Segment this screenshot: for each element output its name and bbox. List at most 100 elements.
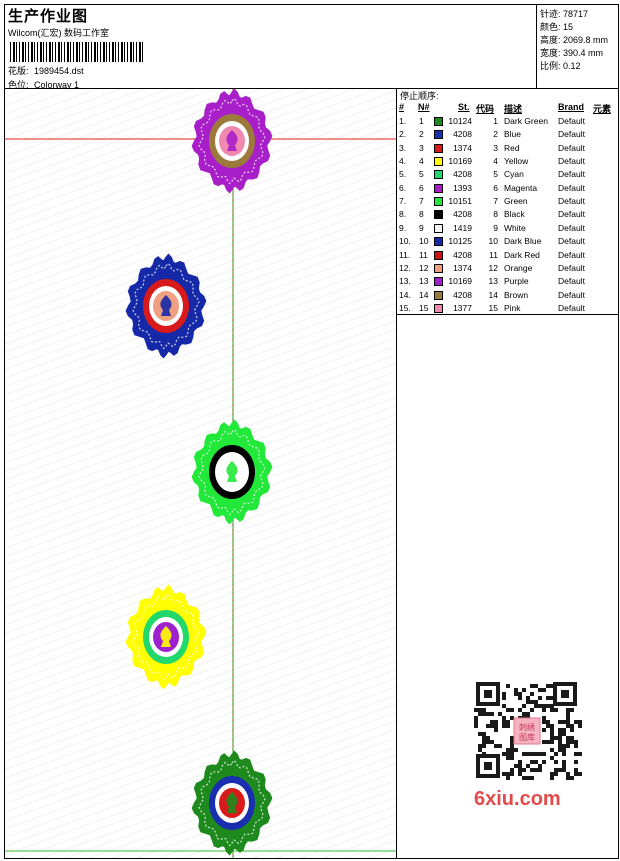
company-name: Wilcom(汇宏) 数码工作室 — [8, 28, 109, 38]
row-brand: Default — [558, 129, 585, 140]
row-number: 14 — [419, 289, 429, 300]
colors-value: 15 — [563, 22, 574, 32]
qr-cell — [482, 744, 486, 748]
row-number: 7 — [419, 196, 424, 207]
qr-cell — [506, 708, 510, 712]
qr-cell — [530, 700, 534, 704]
embroidery-motif — [125, 584, 207, 690]
qr-cell — [554, 760, 558, 764]
qr-cell — [546, 720, 550, 724]
qr-cell — [490, 712, 494, 716]
row-description: Pink — [504, 302, 521, 313]
qr-cell — [554, 772, 558, 776]
row-description: Green — [504, 196, 528, 207]
qr-cell — [538, 696, 542, 700]
row-description: Yellow — [504, 156, 529, 167]
qr-cell — [474, 716, 478, 720]
embroidery-motif — [191, 750, 273, 856]
qr-cell — [510, 744, 514, 748]
qr-cell — [490, 724, 494, 728]
qr-cell — [574, 720, 578, 724]
color-swatch — [434, 157, 443, 167]
qr-cell — [578, 772, 582, 776]
row-index: 15. — [399, 302, 411, 313]
qr-cell — [482, 740, 486, 744]
qr-cell — [490, 740, 494, 744]
qr-cell — [542, 708, 546, 712]
qr-cell — [578, 720, 582, 724]
qr-cell — [518, 764, 522, 768]
row-code: 6 — [493, 182, 498, 193]
qr-cell — [518, 692, 522, 696]
qr-cell — [542, 728, 546, 732]
qr-cell — [486, 712, 490, 716]
qr-cell — [562, 748, 566, 752]
qr-cell — [578, 724, 582, 728]
row-brand: Default — [558, 289, 585, 300]
color-swatch — [434, 143, 443, 153]
qr-cell — [550, 748, 554, 752]
qr-cell — [474, 708, 478, 712]
qr-stamp-text-top: 刺绣 — [519, 722, 535, 732]
row-description: Magenta — [504, 182, 538, 193]
legend-title: 停止顺序: — [400, 91, 439, 101]
qr-cell — [494, 724, 498, 728]
row-number: 13 — [419, 276, 429, 287]
stats-panel: 针迹: 78717 颜色: 15 高度: 2069.8 mm 宽度: 390.4… — [536, 5, 619, 89]
height-stat: 高度: 2069.8 mm — [540, 33, 608, 46]
qr-cell — [566, 720, 570, 724]
row-description: Purple — [504, 276, 529, 287]
row-number: 3 — [419, 142, 424, 153]
qr-cell — [546, 704, 550, 708]
row-index: 9. — [399, 222, 407, 233]
qr-cell — [550, 736, 554, 740]
qr-cell — [574, 760, 578, 764]
qr-cell — [510, 716, 514, 720]
legend-row: 10. 10 10125 10 Dark Blue Default — [397, 236, 618, 249]
qr-cell — [550, 756, 554, 760]
row-code: 9 — [493, 222, 498, 233]
qr-cell — [530, 684, 534, 688]
legend-row: 7. 7 10151 7 Green Default — [397, 196, 618, 209]
qr-cell — [562, 752, 566, 756]
row-stitches: 4208 — [453, 129, 472, 140]
row-brand: Default — [558, 222, 585, 233]
qr-cell — [478, 744, 482, 748]
qr-cell — [566, 776, 570, 780]
width-label: 宽度: — [540, 48, 561, 58]
qr-cell — [510, 708, 514, 712]
qr-cell — [558, 732, 562, 736]
row-description: Red — [504, 142, 520, 153]
qr-cell — [494, 744, 498, 748]
row-description: Brown — [504, 289, 529, 300]
qr-cell — [502, 772, 506, 776]
legend-row: 13. 13 10169 13 Purple Default — [397, 276, 618, 289]
embroidery-motif — [125, 253, 207, 359]
qr-cell — [538, 704, 542, 708]
qr-cell — [498, 712, 502, 716]
qr-cell — [574, 768, 578, 772]
row-stitches: 10169 — [448, 276, 472, 287]
row-number: 8 — [419, 209, 424, 220]
qr-cell — [474, 724, 478, 728]
qr-cell — [562, 728, 566, 732]
qr-cell — [482, 732, 486, 736]
width-stat: 宽度: 390.4 mm — [540, 46, 603, 59]
row-description: Dark Red — [504, 249, 540, 260]
row-code: 3 — [493, 142, 498, 153]
row-index: 14. — [399, 289, 411, 300]
qr-cell — [522, 688, 526, 692]
qr-cell — [546, 724, 550, 728]
qr-cell — [542, 740, 546, 744]
qr-cell — [482, 708, 486, 712]
qr-cell — [478, 748, 482, 752]
qr-cell — [518, 768, 522, 772]
row-stitches: 1393 — [453, 182, 472, 193]
design-file-value: 1989454.dst — [34, 66, 84, 76]
qr-cell — [490, 720, 494, 724]
row-brand: Default — [558, 169, 585, 180]
row-stitches: 10124 — [448, 116, 472, 126]
qr-cell — [506, 724, 510, 728]
color-swatch — [434, 277, 443, 287]
qr-cell — [542, 760, 546, 764]
